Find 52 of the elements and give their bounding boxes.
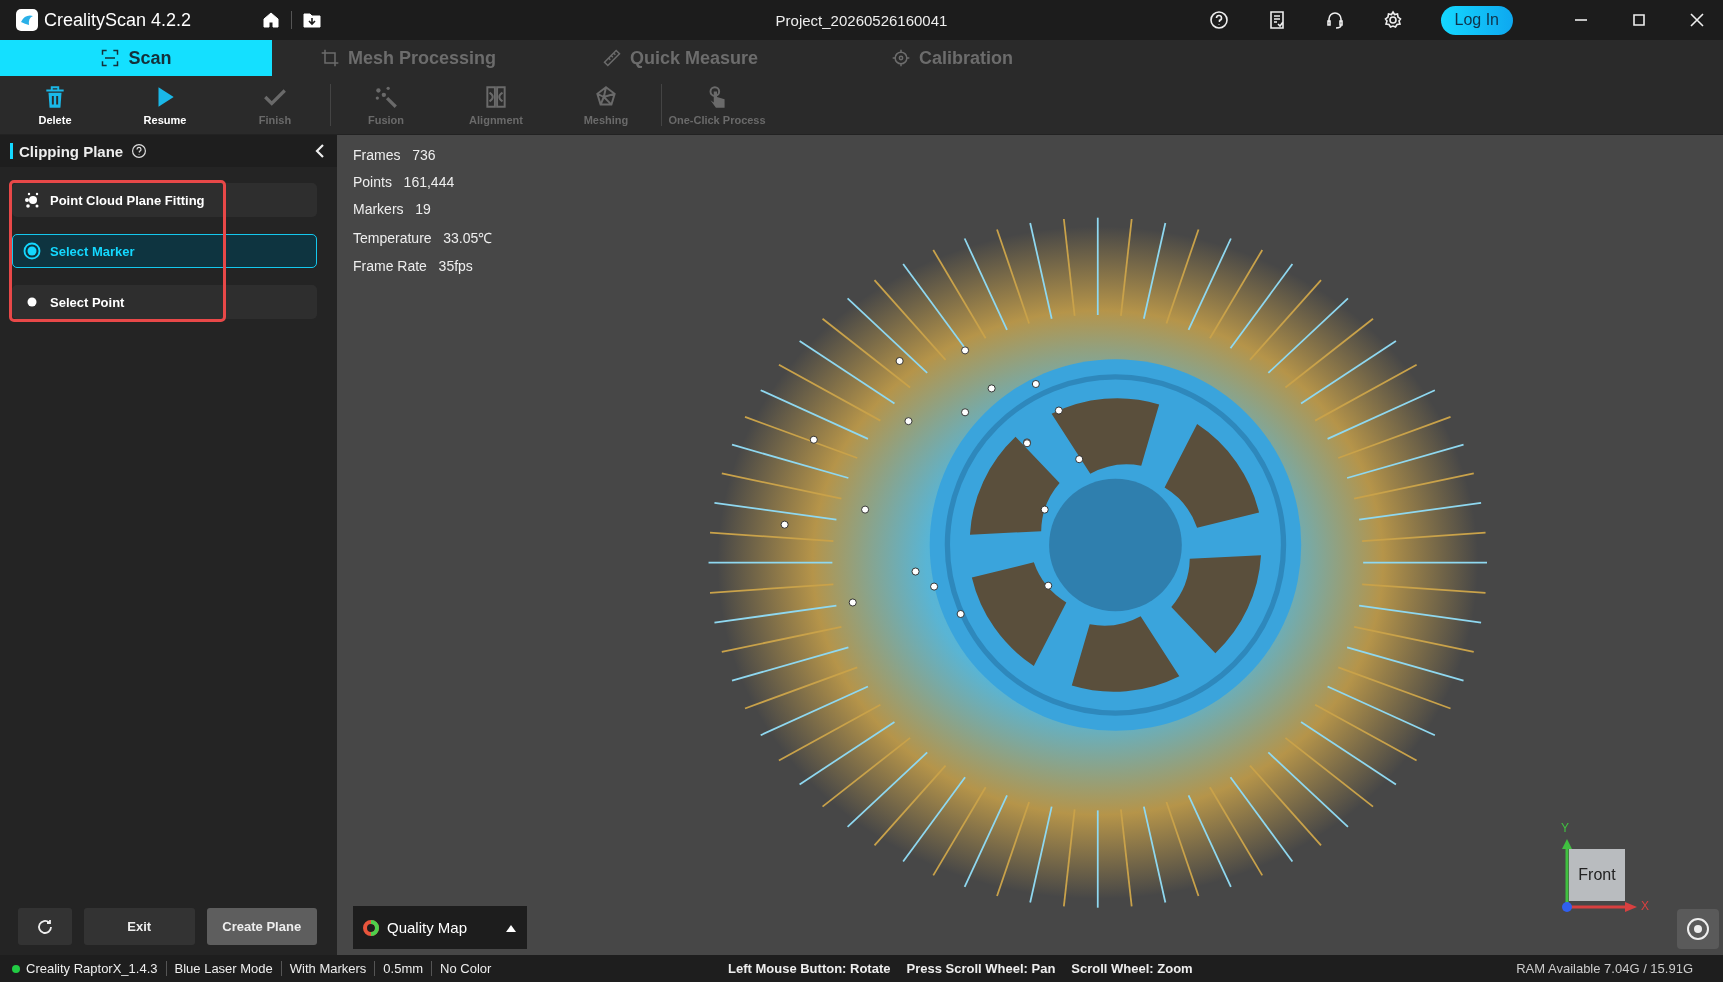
radio-icon [23,242,41,260]
project-name: Project_20260526160041 [775,11,948,29]
scan-stat: Markers 19 [353,201,432,217]
refresh-icon [36,917,54,936]
app-name: CrealityScan 4.2.2 [44,9,192,31]
x-axis-label: X [1641,899,1649,913]
toolbar-button[interactable]: Resume [110,76,220,134]
login-button[interactable]: Log In [1440,5,1513,35]
crop-icon [319,48,340,68]
scan-stat: Temperature 33.05℃ [353,229,493,247]
settings-icon[interactable] [1382,10,1403,30]
panel-button[interactable]: Create Plane [206,908,317,945]
scan-stat: Frame Rate 35fps [353,258,474,274]
status-item: Blue Laser Mode [165,961,281,976]
recenter-button[interactable] [1677,909,1719,949]
mode-tab[interactable]: Scan [0,40,272,76]
quality-map-dropdown[interactable]: Quality Map [353,906,527,949]
help-icon[interactable] [1208,10,1229,30]
toolbar-button[interactable]: Delete [0,76,110,134]
mouse-hint: Scroll Wheel: Zoom [1071,961,1193,976]
reset-button[interactable] [18,908,72,945]
app-logo-icon [16,9,38,31]
status-item: Creality RaptorX_1.4.3 [26,961,159,976]
panel-title: Clipping Plane [19,142,124,160]
collapse-icon[interactable] [313,143,327,159]
help-icon[interactable] [131,143,148,159]
device-status-dot [12,964,20,973]
target-icon [1684,915,1712,943]
alignment-icon [483,84,509,110]
y-axis-label: Y [1561,821,1569,835]
ram-status: RAM Available 7.04G / 15.91G [1516,961,1694,976]
mouse-hint: Left Mouse Button: Rotate [728,961,891,976]
plane-option[interactable]: Select Marker [12,234,317,268]
wand-icon [373,84,399,110]
status-item: With Markers [280,961,375,976]
panel-button[interactable]: Exit [84,908,195,945]
status-item: 0.5mm [374,961,432,976]
headset-icon[interactable] [1324,10,1345,30]
crosshair-icon [891,48,911,68]
status-item: No Color [431,961,500,976]
scan-frame-icon [100,48,121,68]
ring-icon [363,919,379,936]
scan-stat: Frames 736 [353,147,437,163]
ruler-icon [601,48,622,68]
scan-stat: Points 161,444 [353,174,456,190]
home-icon[interactable] [261,10,282,30]
plane-option[interactable]: Point Cloud Plane Fitting [12,183,317,217]
view-cube-face[interactable]: Front [1569,849,1625,901]
mouse-hint: Press Scroll Wheel: Pan [906,961,1056,976]
folder-icon[interactable] [302,10,323,30]
plane-option[interactable]: Select Point [12,285,317,319]
point-cloud-icon [23,191,41,209]
